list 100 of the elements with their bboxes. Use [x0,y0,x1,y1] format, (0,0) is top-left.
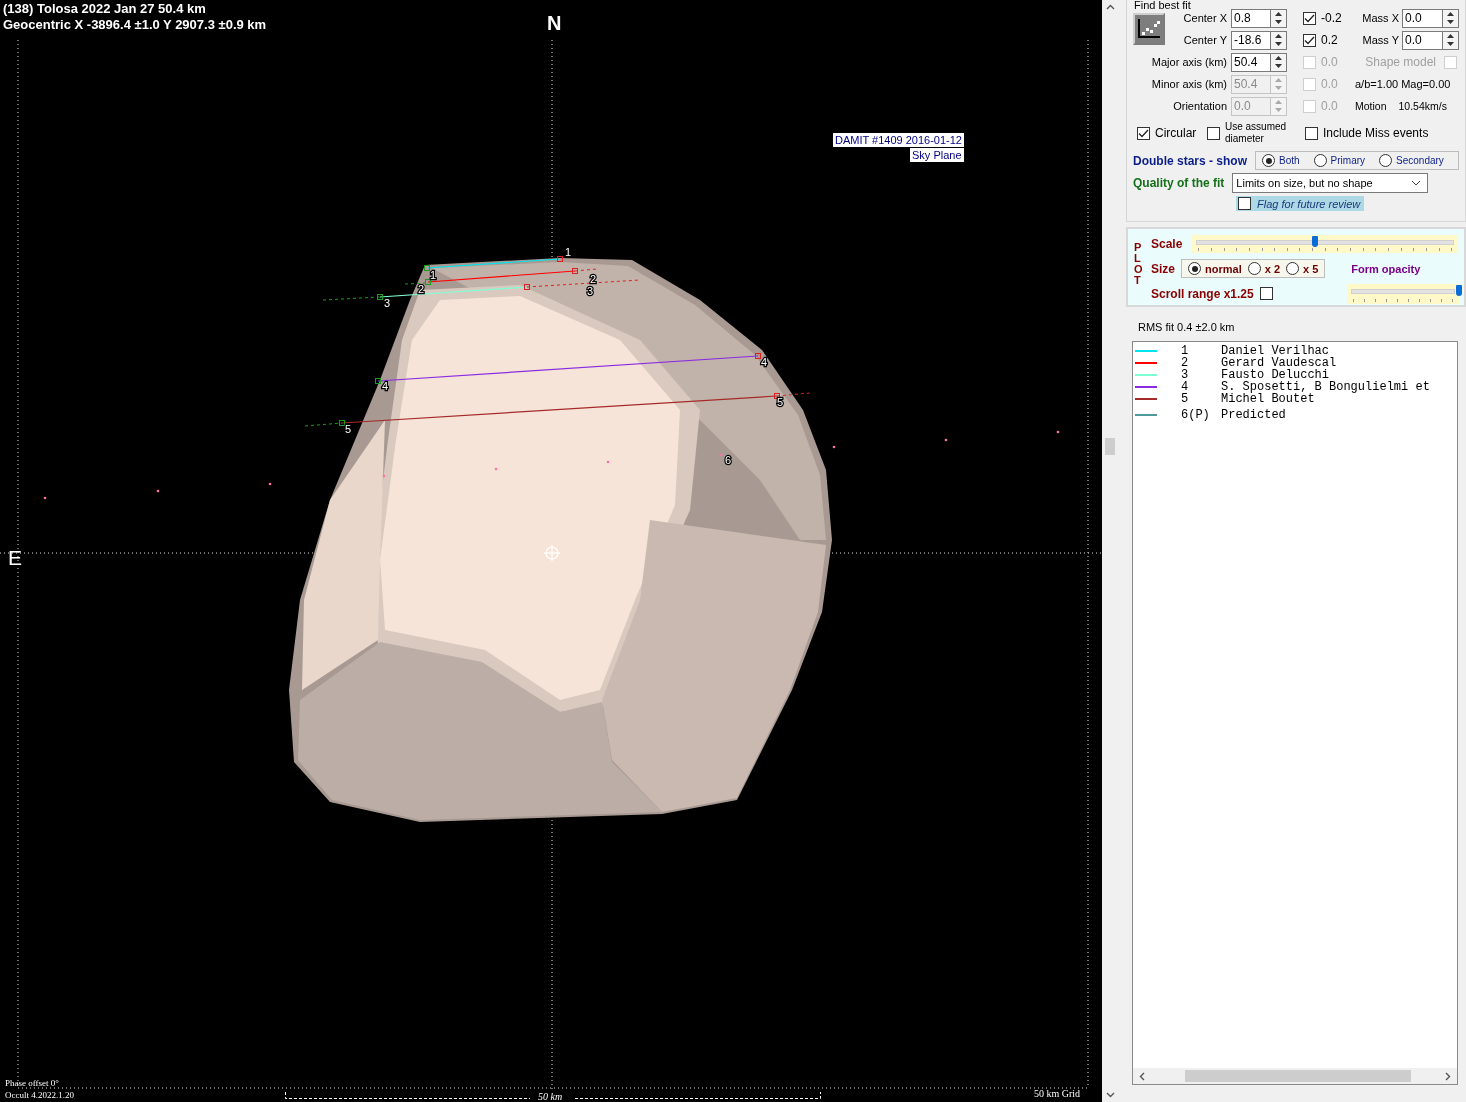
checkbox-label: 0.2 [1321,33,1338,47]
chord-label: 4 [761,356,768,368]
scale-label: Scale [1151,236,1183,251]
scale-slider[interactable] [1192,234,1459,253]
checkbox-label: -0.2 [1321,11,1342,25]
radio-button[interactable] [1313,154,1327,167]
checkbox[interactable] [1259,287,1273,300]
plane-label: Sky Plane [910,148,964,162]
quality-dropdown[interactable]: Limits on size, but no shape [1232,173,1429,193]
spin-buttons[interactable] [1270,30,1287,50]
vertical-scrollbar[interactable] [1102,0,1124,1102]
checkbox[interactable] [1303,33,1316,47]
motion-value: 10.54km/s [1398,100,1447,112]
radio-button[interactable] [1188,262,1201,275]
number-field[interactable]: 50.4 [1231,52,1270,72]
checkbox-label: Flag for future review [1257,197,1361,210]
chord-label: 1 [565,246,572,258]
chord-label: 2 [590,273,597,285]
observer-number: 4 [1181,380,1190,394]
slider-thumb[interactable] [1455,284,1462,296]
slider-thumb[interactable] [1311,235,1318,247]
opacity-slider[interactable] [1346,283,1459,304]
number-field[interactable]: 0.8 [1231,8,1270,28]
motion-label: Motion [1355,100,1387,112]
observer-number: 2 [1181,356,1190,370]
observer-number: 3 [1181,368,1190,382]
checkbox-label: Shape model [1365,55,1436,69]
checkbox[interactable] [1305,126,1318,140]
radio-label: x 2 [1264,262,1280,275]
size-label: Size [1151,261,1175,276]
scroll-right-icon[interactable] [1445,1071,1451,1081]
chord-label: 4 [382,380,389,392]
chart-icon-button[interactable] [1133,13,1165,45]
radio-button[interactable] [1262,154,1276,167]
plot-title: PLOT [1134,242,1144,288]
spin-buttons[interactable] [1270,8,1287,28]
group-title: Find best fit [1132,0,1193,11]
target-icon [543,544,561,562]
checkbox-label: 0.0 [1321,55,1338,69]
number-field[interactable]: -18.6 [1231,30,1270,50]
quality-label: Quality of the fit [1133,176,1225,190]
radio-label: normal [1205,262,1242,275]
scroll-down-icon[interactable] [1105,1092,1115,1098]
checkbox-label: Include Miss events [1323,126,1429,140]
observer-number: 5 [1181,392,1190,406]
plot-title: (138) Tolosa 2022 Jan 27 50.4 km [3,1,207,17]
east-label: E [8,546,22,570]
scroll-thumb[interactable] [1185,1070,1411,1082]
field-label: Orientation [1172,100,1228,112]
radio-button[interactable] [1247,262,1261,275]
observer-name: Predicted [1221,408,1286,422]
number-field[interactable]: 0.0 [1402,8,1442,28]
radio-label: x 5 [1303,262,1319,275]
scroll-left-icon[interactable] [1139,1071,1145,1081]
chord-label: 1 [430,269,437,281]
spin-buttons[interactable] [1270,52,1287,72]
observer-name: S. Sposetti, B Bongulielmi et [1221,380,1430,394]
radio-button[interactable] [1286,262,1299,275]
checkbox-label: 0.0 [1321,77,1338,91]
chord-label: 2 [418,283,425,295]
checkbox[interactable] [1137,126,1150,140]
number-field[interactable]: 0.0 [1402,30,1442,50]
checkbox-label: Circular [1155,126,1197,140]
observer-name: Michel Boutet [1221,392,1315,406]
phase-offset-text: Phase offset 0° [5,1078,59,1088]
ratio-text: a/b=1.00 Mag=0.00 [1355,78,1451,90]
caret-icon[interactable] [1411,180,1422,186]
scroll-up-icon[interactable] [1105,4,1115,10]
spin-buttons[interactable] [1442,8,1459,28]
field-label: Center Y [1182,34,1228,46]
field-label: Minor axis (km) [1150,78,1228,90]
opacity-label: Form opacity [1351,262,1421,275]
checkbox[interactable] [1303,11,1316,25]
geocentric-position: Geocentric X -3896.4 ±1.0 Y 2907.3 ±0.9 km [3,17,267,33]
spin-buttons[interactable] [1442,30,1459,50]
checkbox[interactable] [1207,126,1220,140]
double-stars-label: Double stars - show [1133,153,1248,168]
observer-name: Gerard Vaudescal [1221,356,1337,370]
observer-number: 6(P) [1181,408,1211,422]
field-label: Major axis (km) [1150,56,1228,68]
observer-number: 1 [1181,344,1190,358]
scroll-thumb[interactable] [1105,438,1115,455]
chord-label: 3 [587,285,594,297]
checkbox-label: 0.0 [1321,99,1338,113]
north-label: N [547,12,562,35]
model-label: DAMIT #1409 2016-01-12 [833,133,964,147]
observer-name: Daniel Verilhac [1221,344,1330,358]
radio-label: Both [1279,155,1301,166]
scale-label: 50 km [538,1091,563,1102]
field-label: Mass X [1361,12,1400,24]
radio-label: Secondary [1396,155,1445,166]
checkbox[interactable] [1238,197,1251,210]
horizontal-scrollbar[interactable] [1133,1068,1457,1084]
grid-label: 50 km Grid [1034,1088,1081,1099]
scatter-chart-icon [1136,17,1162,41]
radio-button[interactable] [1379,154,1393,167]
observer-name: Fausto Delucchi [1221,368,1330,382]
field-label: Mass Y [1361,34,1400,46]
radio-label: Primary [1330,155,1367,166]
chord-label: 6 [725,454,732,466]
